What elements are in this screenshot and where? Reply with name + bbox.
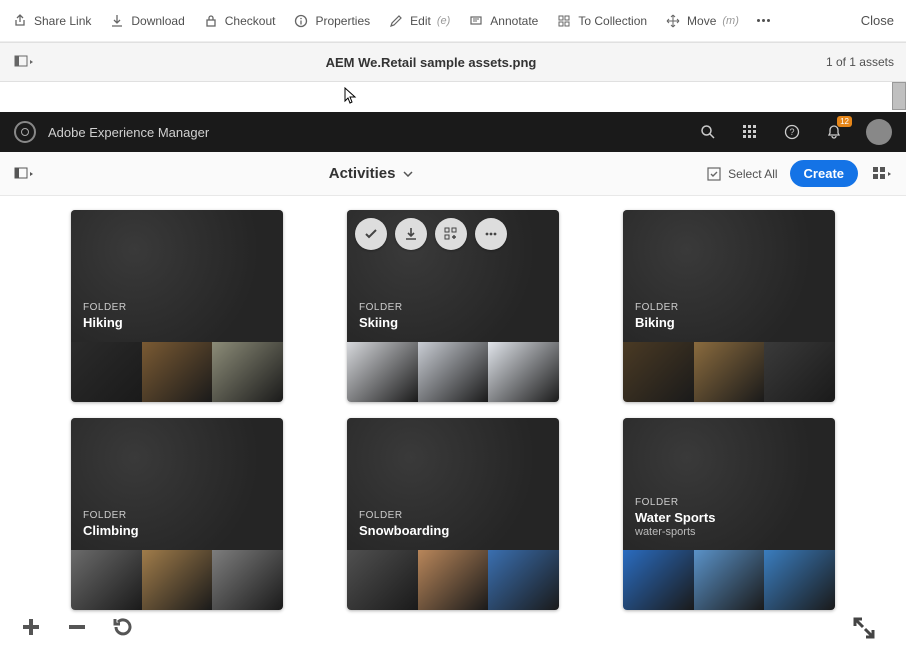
folder-card[interactable]: FOLDER Skiing: [347, 210, 559, 402]
create-button[interactable]: Create: [790, 160, 858, 187]
move-label: Move: [687, 14, 716, 28]
folder-type-label: FOLDER: [359, 302, 547, 313]
folder-thumbnails: [623, 342, 835, 402]
folder-subtitle: water-sports: [635, 526, 823, 538]
more-icon: [757, 19, 770, 22]
move-shortcut: (m): [722, 15, 739, 27]
user-avatar[interactable]: [866, 119, 892, 145]
preview-spacer: [0, 82, 906, 112]
left-rail-toggle[interactable]: [12, 50, 36, 74]
zoom-in-button[interactable]: [18, 614, 44, 640]
activities-toolbar: Activities Select All Create: [0, 152, 906, 196]
view-switcher[interactable]: [870, 162, 894, 186]
lock-icon: [203, 13, 219, 29]
to-collection-label: To Collection: [578, 14, 647, 28]
properties-label: Properties: [315, 14, 370, 28]
select-all-icon: [706, 166, 722, 182]
properties-button[interactable]: Properties: [293, 13, 370, 29]
reset-zoom-button[interactable]: [110, 614, 136, 640]
folder-thumbnails: [71, 550, 283, 610]
folder-title: Water Sports: [635, 510, 823, 525]
zoom-out-button[interactable]: [64, 614, 90, 640]
edit-shortcut: (e): [437, 15, 450, 27]
solutions-button[interactable]: [740, 122, 760, 142]
asset-counter: 1 of 1 assets: [826, 55, 894, 69]
folder-grid: FOLDERHikingFOLDERSkiingFOLDERBikingFOLD…: [0, 196, 906, 624]
search-button[interactable]: [698, 122, 718, 142]
folder-title: Skiing: [359, 315, 547, 330]
asset-title-bar: AEM We.Retail sample assets.png 1 of 1 a…: [0, 42, 906, 82]
svg-text:?: ?: [789, 127, 794, 137]
annotate-icon: [468, 13, 484, 29]
cursor-icon: [344, 87, 358, 105]
folder-type-label: FOLDER: [635, 497, 823, 508]
annotate-button[interactable]: Annotate: [468, 13, 538, 29]
folder-title: Climbing: [83, 523, 271, 538]
fullscreen-button[interactable]: [852, 616, 876, 640]
download-button[interactable]: Download: [109, 13, 184, 29]
select-all-button[interactable]: Select All: [706, 166, 777, 182]
folder-thumbnails: [347, 550, 559, 610]
folder-card[interactable]: FOLDER Water Sportswater-sports: [623, 418, 835, 610]
breadcrumb-label: Activities: [329, 165, 396, 182]
info-icon: [293, 13, 309, 29]
move-button[interactable]: Move (m): [665, 13, 739, 29]
zoom-controls: [18, 614, 136, 640]
aem-logo-icon[interactable]: [14, 121, 36, 143]
download-label: Download: [131, 14, 184, 28]
more-action[interactable]: [475, 218, 507, 250]
more-actions-button[interactable]: [757, 19, 770, 22]
aem-product-name: Adobe Experience Manager: [48, 125, 676, 140]
checkout-label: Checkout: [225, 14, 276, 28]
checkout-button[interactable]: Checkout: [203, 13, 276, 29]
folder-title: Snowboarding: [359, 523, 547, 538]
move-icon: [665, 13, 681, 29]
notification-badge: 12: [837, 116, 852, 127]
share-link-button[interactable]: Share Link: [12, 13, 91, 29]
asset-action-toolbar: Share Link Download Checkout Properties …: [0, 0, 906, 42]
folder-type-label: FOLDER: [635, 302, 823, 313]
scrollbar-thumb[interactable]: [892, 82, 906, 110]
edit-label: Edit: [410, 14, 431, 28]
breadcrumb-dropdown[interactable]: Activities: [36, 165, 706, 182]
collection-icon: [556, 13, 572, 29]
help-button[interactable]: ?: [782, 122, 802, 142]
annotate-label: Annotate: [490, 14, 538, 28]
download-action[interactable]: [395, 218, 427, 250]
content-rail-toggle[interactable]: [12, 162, 36, 186]
aem-shell-header: Adobe Experience Manager ? 12: [0, 112, 906, 152]
notifications-button[interactable]: 12: [824, 122, 844, 142]
asset-title: AEM We.Retail sample assets.png: [36, 55, 826, 70]
select-action[interactable]: [355, 218, 387, 250]
folder-type-label: FOLDER: [359, 510, 547, 521]
folder-card[interactable]: FOLDER Snowboarding: [347, 418, 559, 610]
share-icon: [12, 13, 28, 29]
select-all-label: Select All: [728, 167, 777, 181]
folder-title: Biking: [635, 315, 823, 330]
folder-thumbnails: [71, 342, 283, 402]
download-icon: [109, 13, 125, 29]
folder-card[interactable]: FOLDER Biking: [623, 210, 835, 402]
share-link-label: Share Link: [34, 14, 91, 28]
folder-thumbnails: [623, 550, 835, 610]
collection-action[interactable]: [435, 218, 467, 250]
to-collection-button[interactable]: To Collection: [556, 13, 647, 29]
close-button[interactable]: Close: [861, 13, 894, 28]
folder-card[interactable]: FOLDER Climbing: [71, 418, 283, 610]
folder-thumbnails: [347, 342, 559, 402]
folder-title: Hiking: [83, 315, 271, 330]
pencil-icon: [388, 13, 404, 29]
chevron-down-icon: [403, 171, 413, 177]
folder-type-label: FOLDER: [83, 302, 271, 313]
edit-button[interactable]: Edit (e): [388, 13, 450, 29]
folder-card[interactable]: FOLDER Hiking: [71, 210, 283, 402]
folder-type-label: FOLDER: [83, 510, 271, 521]
